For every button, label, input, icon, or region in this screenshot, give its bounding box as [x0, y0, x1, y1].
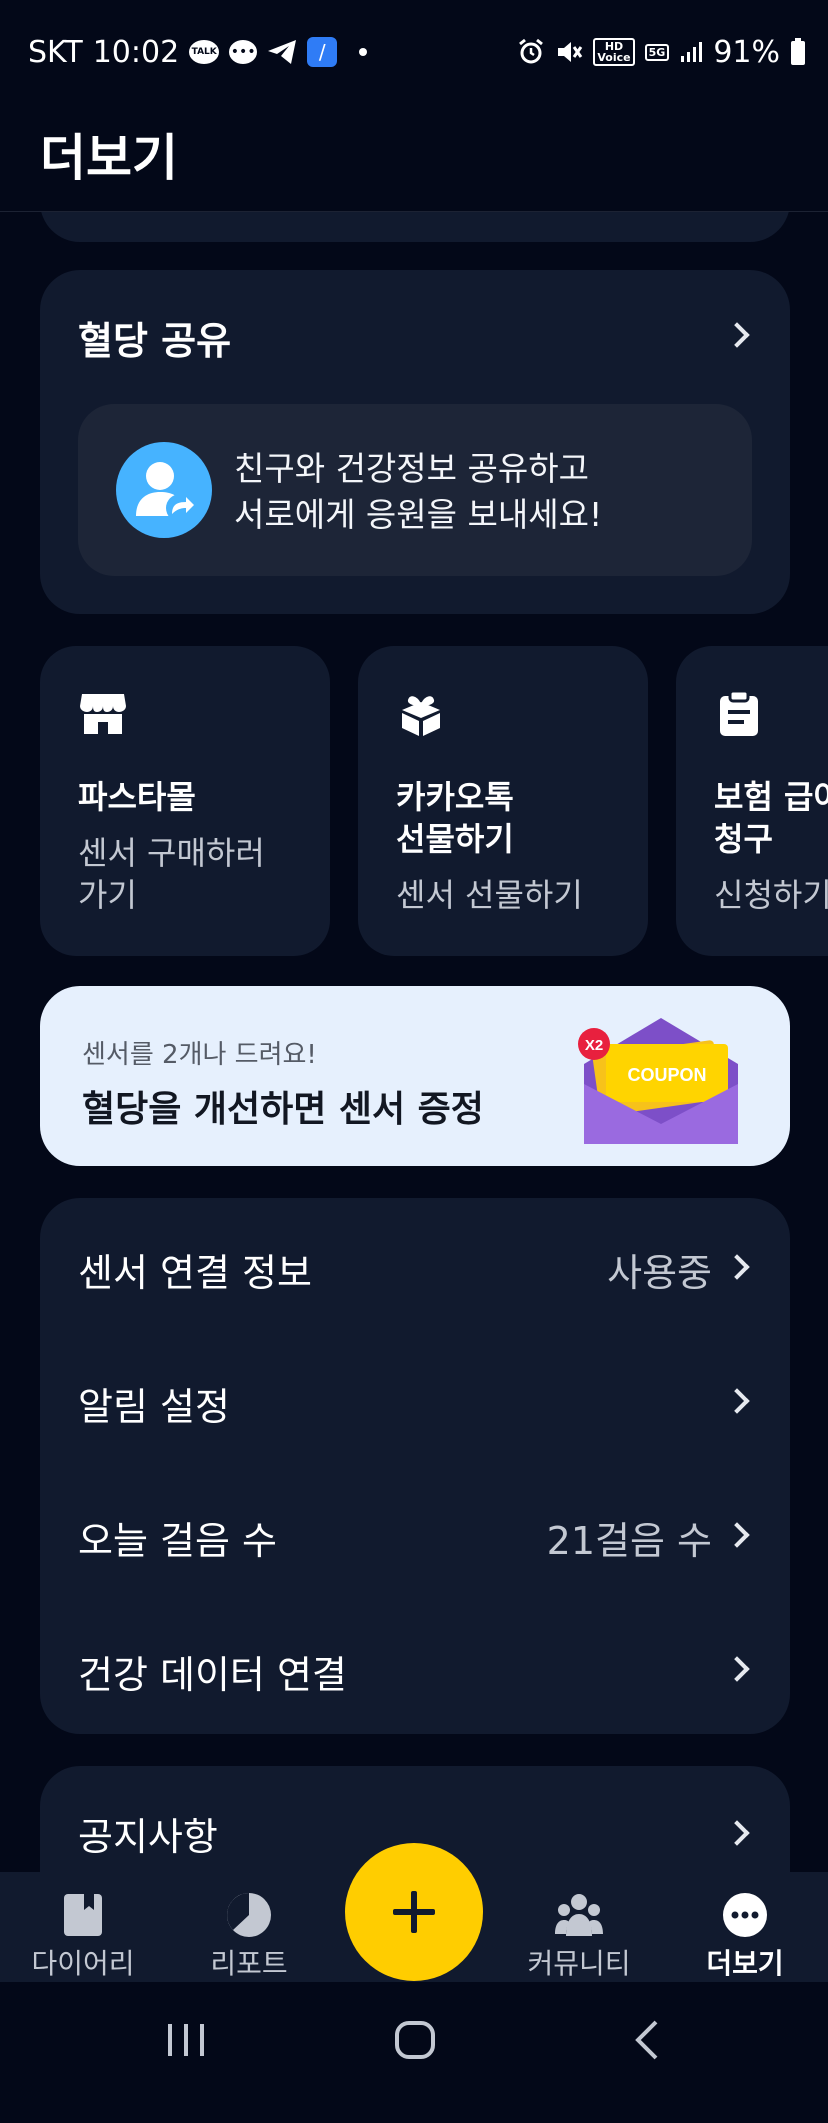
status-right: HD Voice 5G 91% [517, 35, 806, 70]
report-icon [224, 1890, 274, 1940]
chevron-right-icon [724, 1254, 750, 1280]
tile-subtitle: 신청하기 [714, 874, 828, 916]
tile-title-line: 선물하기 [396, 820, 514, 858]
coupon-envelope-icon: COUPON X2 [578, 1018, 738, 1144]
alarm-icon [517, 38, 545, 66]
share-invite-line1: 친구와 건강정보 공유하고 [234, 449, 589, 488]
battery-icon [790, 38, 806, 66]
back-button[interactable] [632, 2018, 662, 2066]
nav-item-more[interactable]: 더보기 [662, 1872, 828, 1982]
page-header: 더보기 [0, 104, 828, 212]
tile-subtitle-line: 센서 구매하러 [78, 834, 265, 872]
tile-title: 보험 급여 청구 [714, 776, 828, 860]
coupon-text: COUPON [627, 1065, 706, 1085]
content-scroll-area[interactable]: 혈당 공유 친구와 건강정보 공유하고 서로에게 응원을 보내세요! 파스타몰 … [0, 212, 828, 1872]
battery-percent: 91% [713, 34, 780, 70]
status-bar: SKT 10:02 TALK ••• / HD Voice 5G 91% [0, 0, 828, 104]
tile-title-line: 파스타몰 [78, 778, 196, 816]
setting-row-steps[interactable]: 오늘 걸음 수 21걸음 수 [40, 1466, 790, 1600]
tile-subtitle-line: 센서 선물하기 [396, 876, 583, 914]
add-entry-button[interactable] [345, 1843, 483, 1981]
share-invite-box[interactable]: 친구와 건강정보 공유하고 서로에게 응원을 보내세요! [78, 404, 752, 576]
setting-row-health-data[interactable]: 건강 데이터 연결 [40, 1600, 790, 1734]
more-icon [720, 1890, 770, 1940]
coupon-multiplier-badge: X2 [585, 1037, 603, 1054]
tile-subtitle: 센서 구매하러 가기 [78, 832, 318, 916]
setting-label: 오늘 걸음 수 [78, 1519, 277, 1563]
banner-subtitle: 센서를 2개나 드려요! [82, 1040, 317, 1070]
system-navigation-bar [0, 1982, 828, 2123]
clock: 10:02 [92, 34, 180, 70]
telegram-notification-icon [267, 39, 297, 65]
nav-label: 더보기 [706, 1947, 784, 1980]
sensor-promo-banner[interactable]: 센서를 2개나 드려요! 혈당을 개선하면 센서 증정 COUPON X2 [40, 986, 790, 1166]
share-user-icon [116, 442, 212, 538]
setting-label: 알림 설정 [78, 1385, 230, 1429]
setting-value: 21걸음 수 [546, 1519, 712, 1563]
tile-subtitle-line: 가기 [78, 876, 137, 914]
diary-icon [58, 1890, 108, 1940]
more-notifications-dot-icon [359, 48, 368, 56]
previous-card-fragment [40, 212, 790, 242]
setting-value: 사용중 [607, 1251, 712, 1295]
nav-label: 다이어리 [31, 1947, 135, 1980]
mute-icon [555, 38, 583, 66]
nav-label: 리포트 [210, 1947, 288, 1980]
plus-icon [393, 1891, 435, 1933]
signal-icon [679, 40, 703, 64]
chevron-right-icon [724, 1388, 750, 1414]
message-notification-icon: ••• [229, 40, 258, 64]
share-invite-text: 친구와 건강정보 공유하고 서로에게 응원을 보내세요! [234, 446, 602, 538]
tile-subtitle: 센서 선물하기 [396, 874, 636, 916]
home-button[interactable] [394, 2020, 436, 2064]
chevron-right-icon [724, 322, 750, 348]
tile-title-line: 청구 [714, 820, 773, 858]
chevron-right-icon [724, 1522, 750, 1548]
tile-pasta-mall[interactable]: 파스타몰 센서 구매하러 가기 [40, 646, 330, 956]
setting-label: 센서 연결 정보 [78, 1251, 312, 1295]
tile-subtitle-line: 신청하기 [714, 876, 828, 914]
clipboard-icon [714, 688, 764, 738]
nav-item-report[interactable]: 리포트 [166, 1872, 332, 1982]
talk-notification-icon: TALK [189, 40, 220, 64]
back-icon [635, 2020, 658, 2060]
app-notification-icon: / [307, 37, 338, 67]
tile-title-line: 보험 급여 [714, 778, 828, 816]
chevron-right-icon [724, 1656, 750, 1682]
hd-voice-icon: HD Voice [593, 38, 635, 66]
banner-title: 혈당을 개선하면 센서 증정 [82, 1089, 484, 1130]
settings-card: 센서 연결 정보 사용중 알림 설정 오늘 걸음 수 21걸음 수 건강 데이터… [40, 1198, 790, 1734]
carrier-label: SKT [28, 34, 83, 70]
community-icon [554, 1890, 604, 1940]
nav-item-diary[interactable]: 다이어리 [0, 1872, 166, 1982]
tile-title: 카카오톡 선물하기 [396, 776, 636, 860]
glucose-share-title: 혈당 공유 [78, 319, 232, 363]
tile-insurance-claim[interactable]: 보험 급여 청구 신청하기 [676, 646, 828, 956]
nav-label: 커뮤니티 [527, 1947, 631, 1980]
tile-kakao-gift[interactable]: 카카오톡 선물하기 센서 선물하기 [358, 646, 648, 956]
recent-apps-icon [168, 2024, 204, 2056]
notice-label: 공지사항 [78, 1815, 218, 1859]
page-title: 더보기 [40, 129, 178, 187]
tile-title: 파스타몰 [78, 776, 318, 818]
network-5g-icon: 5G [644, 43, 670, 61]
setting-row-sensor-connection[interactable]: 센서 연결 정보 사용중 [40, 1198, 790, 1332]
store-icon [78, 688, 128, 738]
chevron-right-icon [724, 1820, 750, 1846]
status-left: SKT 10:02 TALK ••• / [28, 34, 368, 70]
recent-apps-button[interactable] [164, 2020, 208, 2064]
gift-icon [396, 688, 446, 738]
tile-title-line: 카카오톡 [396, 778, 514, 816]
setting-row-notifications[interactable]: 알림 설정 [40, 1332, 790, 1466]
glucose-share-card[interactable]: 혈당 공유 친구와 건강정보 공유하고 서로에게 응원을 보내세요! [40, 270, 790, 614]
nav-item-community[interactable]: 커뮤니티 [496, 1872, 662, 1982]
home-icon [395, 2021, 435, 2059]
setting-label: 건강 데이터 연결 [78, 1653, 347, 1697]
share-invite-line2: 서로에게 응원을 보내세요! [234, 495, 603, 534]
